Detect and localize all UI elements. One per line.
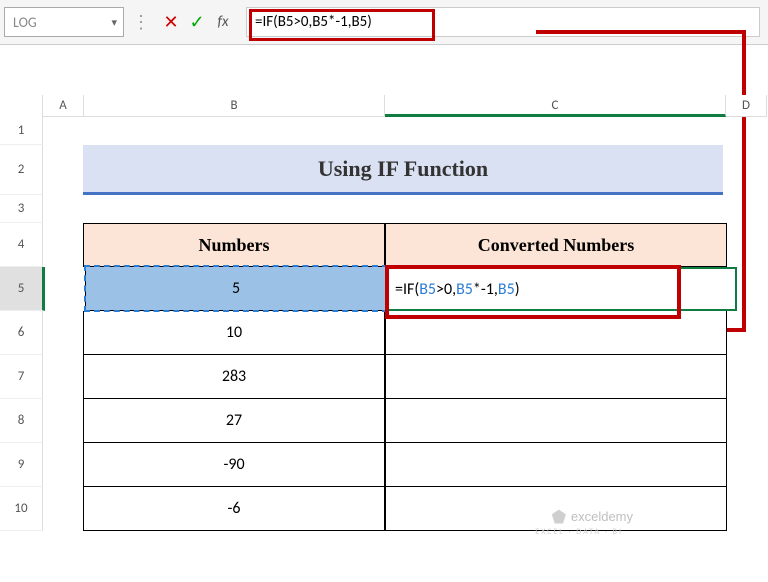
column-header-a[interactable]: A — [43, 95, 84, 117]
header-numbers[interactable]: Numbers — [83, 223, 385, 267]
watermark-text: exceldemy — [571, 509, 633, 524]
cell-c7[interactable] — [385, 355, 727, 399]
column-header-b[interactable]: B — [84, 95, 385, 117]
cell-a9[interactable] — [43, 443, 83, 487]
accept-icon[interactable]: ✓ — [187, 11, 207, 33]
row-header-5[interactable]: 5 — [0, 267, 45, 311]
cell-c8[interactable] — [385, 399, 727, 443]
cell-c6[interactable] — [385, 311, 727, 355]
name-box-value: LOG — [13, 14, 37, 31]
column-header-c[interactable]: C — [385, 95, 726, 117]
row-header-7[interactable]: 7 — [0, 355, 43, 399]
annotation-arrow-top — [536, 30, 746, 34]
row-header-3[interactable]: 3 — [0, 195, 43, 223]
cell-a5[interactable] — [45, 267, 85, 311]
row-header-1[interactable]: 1 — [0, 117, 43, 145]
cell-a7[interactable] — [43, 355, 83, 399]
divider-icon: ⋮ — [132, 11, 150, 33]
cell-c9[interactable] — [385, 443, 727, 487]
cell-a8[interactable] — [43, 399, 83, 443]
row-header-4[interactable]: 4 — [0, 223, 43, 267]
cell-c5-active[interactable]: =IF(B5>0,B5*-1,B5) — [387, 267, 737, 311]
cell-b9[interactable]: -90 — [83, 443, 385, 487]
formula-bar: LOG ▾ ⋮ ✕ ✓ fx =IF(B5>0,B5*-1,B5) — [0, 0, 768, 45]
watermark: exceldemy — [552, 509, 633, 524]
cell-a10[interactable] — [43, 487, 83, 531]
cell-b7[interactable]: 283 — [83, 355, 385, 399]
watermark-tagline: EXCEL · DATA · BI — [535, 527, 623, 537]
cell-b8[interactable]: 27 — [83, 399, 385, 443]
cell-a6[interactable] — [43, 311, 83, 355]
header-converted[interactable]: Converted Numbers — [385, 223, 727, 267]
cell-b10[interactable]: -6 — [83, 487, 385, 531]
row-header-6[interactable]: 6 — [0, 311, 43, 355]
title-cell[interactable]: Using IF Function — [83, 145, 723, 195]
cancel-icon[interactable]: ✕ — [161, 11, 181, 33]
cell-b5[interactable]: 5 — [85, 267, 387, 311]
select-all-corner[interactable] — [0, 95, 43, 117]
fx-icon[interactable]: fx — [213, 13, 233, 31]
row-header-8[interactable]: 8 — [0, 399, 43, 443]
column-header-d[interactable]: D — [726, 95, 767, 117]
column-headers: A B C D — [0, 95, 768, 117]
row-header-10[interactable]: 10 — [0, 487, 43, 531]
name-box[interactable]: LOG ▾ — [4, 7, 124, 37]
formula-text: =IF(B5>0,B5*-1,B5) — [255, 13, 372, 31]
row-header-2[interactable]: 2 — [0, 145, 43, 195]
cell-formula-text: =IF(B5>0,B5*-1,B5) — [395, 280, 520, 299]
name-box-dropdown-icon[interactable]: ▾ — [111, 16, 117, 29]
row-header-9[interactable]: 9 — [0, 443, 43, 487]
cell-a2[interactable] — [43, 145, 83, 195]
cell-a4[interactable] — [43, 223, 83, 267]
watermark-logo-icon — [552, 510, 566, 524]
cell-b6[interactable]: 10 — [83, 311, 385, 355]
cell-a1[interactable] — [43, 117, 83, 145]
cell-a3[interactable] — [43, 195, 83, 223]
spreadsheet-grid: A B C D 1 2 Using IF Function 3 4 Number… — [0, 95, 768, 531]
